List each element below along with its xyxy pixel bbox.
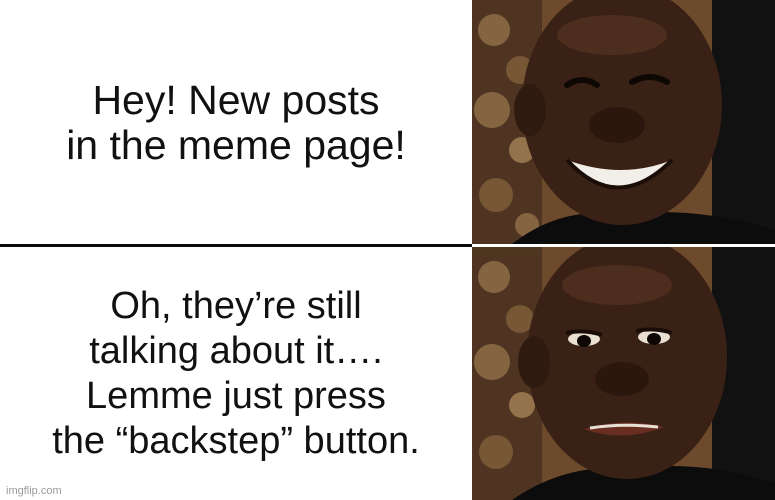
disappointed-face-illustration xyxy=(472,247,775,500)
bottom-caption-text: Oh, they’re still talking about it…. Lem… xyxy=(52,284,420,462)
top-caption-text: Hey! New posts in the meme page! xyxy=(66,76,406,168)
bottom-caption-box: Oh, they’re still talking about it…. Lem… xyxy=(0,247,472,500)
bottom-photo-disappointed-face xyxy=(472,247,775,500)
happy-face-illustration xyxy=(472,0,775,244)
top-photo-happy-face xyxy=(472,0,775,244)
meme-canvas: Hey! New posts in the meme page! Oh, the… xyxy=(0,0,775,500)
imgflip-watermark: imgflip.com xyxy=(6,485,62,497)
top-caption-box: Hey! New posts in the meme page! xyxy=(0,0,472,245)
